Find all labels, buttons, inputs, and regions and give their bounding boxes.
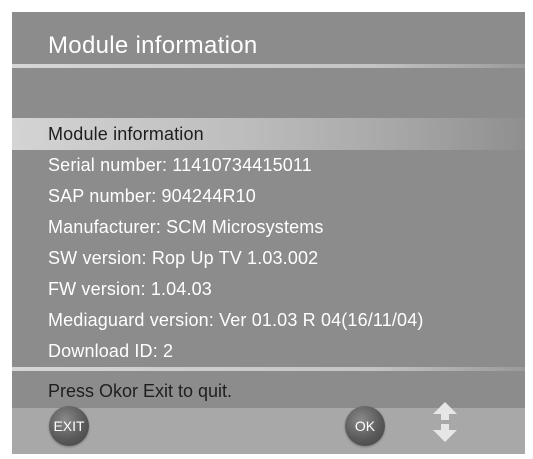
title-bar: Module information bbox=[12, 12, 525, 64]
info-row-manufacturer[interactable]: Manufacturer: SCM Microsystems bbox=[48, 217, 324, 238]
info-row-serial-number[interactable]: Serial number: 11410734415011 bbox=[48, 155, 312, 176]
exit-button[interactable]: EXIT bbox=[49, 406, 89, 446]
info-row-sap-number[interactable]: SAP number: 904244R10 bbox=[48, 186, 256, 207]
title-divider bbox=[12, 64, 525, 68]
quit-hint: Press Okor Exit to quit. bbox=[48, 381, 233, 401]
ok-button[interactable]: OK bbox=[345, 406, 385, 446]
ok-button-label: OK bbox=[354, 418, 376, 434]
info-row-mediaguard-version[interactable]: Mediaguard version: Ver 01.03 R 04(16/11… bbox=[48, 310, 424, 331]
module-info-screen: Module information Module information Se… bbox=[12, 12, 525, 454]
info-row-download-id[interactable]: Download ID: 2 bbox=[48, 341, 173, 362]
footer-divider bbox=[12, 367, 525, 371]
info-row-module-information[interactable]: Module information bbox=[48, 124, 204, 145]
exit-button-label: EXIT bbox=[53, 418, 85, 434]
up-down-arrows-icon[interactable] bbox=[429, 400, 461, 444]
info-row-sw-version[interactable]: SW version: Rop Up TV 1.03.002 bbox=[48, 248, 318, 269]
page-title: Module information bbox=[48, 32, 258, 59]
info-row-fw-version[interactable]: FW version: 1.04.03 bbox=[48, 279, 212, 300]
